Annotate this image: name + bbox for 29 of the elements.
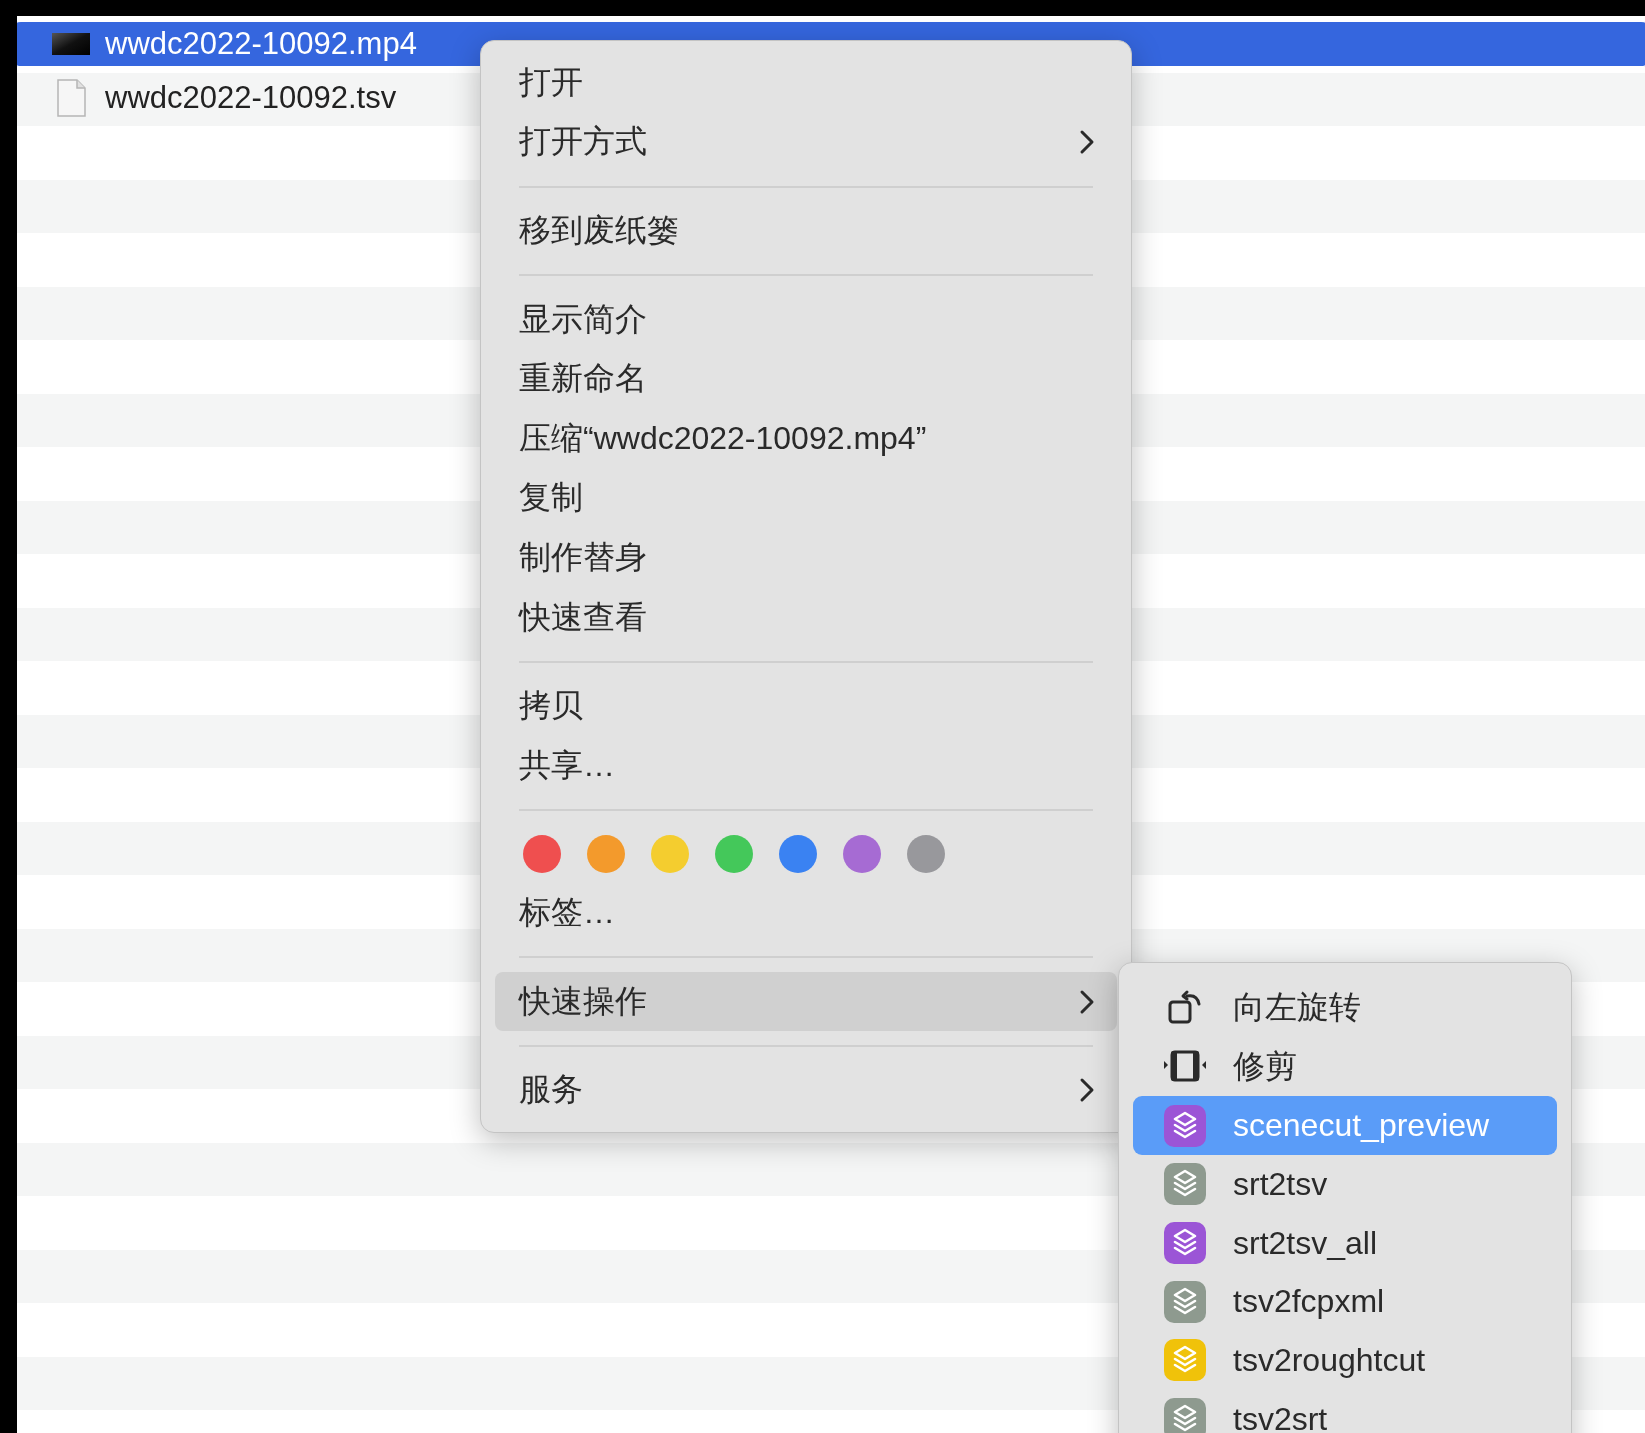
menu-item[interactable]: 共享… [495, 735, 1117, 796]
menu-item[interactable]: srt2tsv [1133, 1155, 1557, 1214]
menu-item[interactable]: 快速查看 [495, 587, 1117, 648]
menu-item[interactable]: 制作替身 [495, 528, 1117, 588]
menu-item[interactable]: tsv2srt [1133, 1389, 1557, 1433]
tag-color-dot[interactable] [651, 834, 689, 873]
menu-item[interactable]: 打开方式 [495, 112, 1117, 173]
menu-item[interactable]: 标签… [495, 883, 1117, 943]
menu-item[interactable]: tsv2fcpxml [1133, 1272, 1557, 1332]
menu-item[interactable]: 复制 [495, 468, 1117, 529]
menu-item[interactable]: 压缩“wwdc2022-10092.mp4” [495, 408, 1117, 469]
menu-item[interactable]: 修剪 [1133, 1037, 1557, 1097]
tag-color-dot[interactable] [715, 834, 753, 873]
menu-item[interactable]: 打开 [495, 53, 1117, 113]
file-row[interactable]: wwdc2022-10092.tsv [17, 73, 407, 123]
tag-color-dot[interactable] [779, 834, 817, 873]
menu-item[interactable]: 向左旋转 [1133, 979, 1557, 1038]
tag-color-dot[interactable] [907, 834, 945, 873]
tag-color-dot[interactable] [523, 834, 561, 873]
menu-item[interactable]: 重新命名 [495, 349, 1117, 409]
menu-item[interactable]: 服务 [495, 1060, 1117, 1120]
menu-item[interactable]: 快速操作 [495, 971, 1117, 1032]
menu-item[interactable]: srt2tsv_all [1133, 1213, 1557, 1273]
tag-color-dot[interactable] [843, 834, 881, 873]
menu-item[interactable]: 移到废纸篓 [495, 201, 1117, 261]
menu-item[interactable]: 拷贝 [495, 676, 1117, 736]
menu-item[interactable]: tsv2roughtcut [1133, 1331, 1557, 1390]
tag-color-dot[interactable] [587, 834, 625, 873]
menu-item[interactable]: 显示简介 [495, 289, 1117, 350]
